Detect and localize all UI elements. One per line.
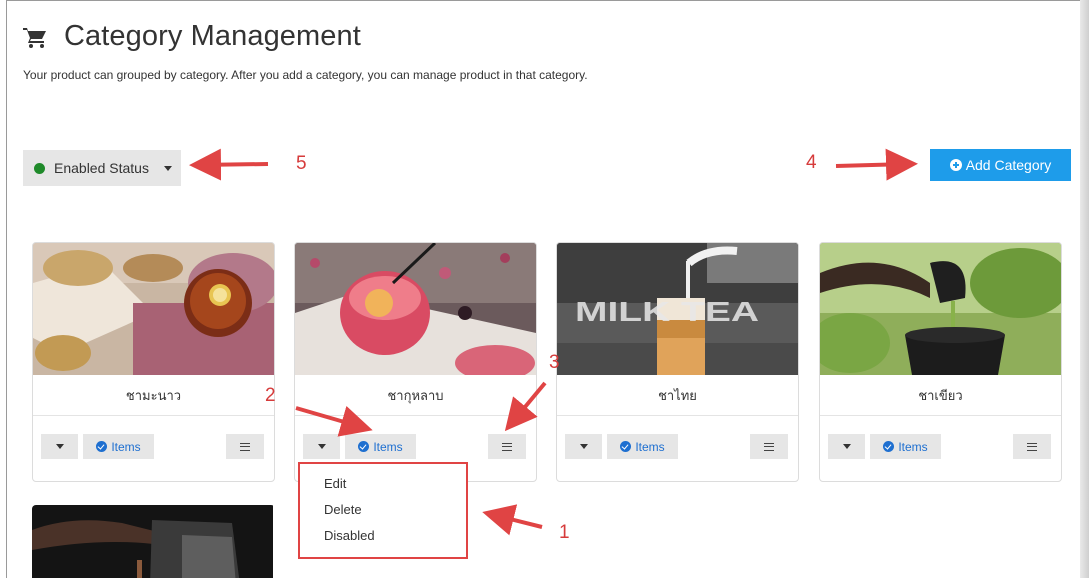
annotation-4: 4 — [806, 152, 817, 173]
annotation-5: 5 — [296, 153, 307, 174]
arrow-2 — [295, 405, 373, 437]
arrow-3 — [504, 381, 547, 432]
annotation-1: 1 — [559, 522, 570, 543]
annotation-2: 2 — [265, 385, 276, 406]
arrow-4 — [835, 148, 918, 181]
annotation-arrows — [189, 148, 918, 536]
annotation-3: 3 — [549, 352, 560, 373]
arrow-5 — [189, 148, 269, 181]
arrow-1 — [482, 504, 543, 536]
